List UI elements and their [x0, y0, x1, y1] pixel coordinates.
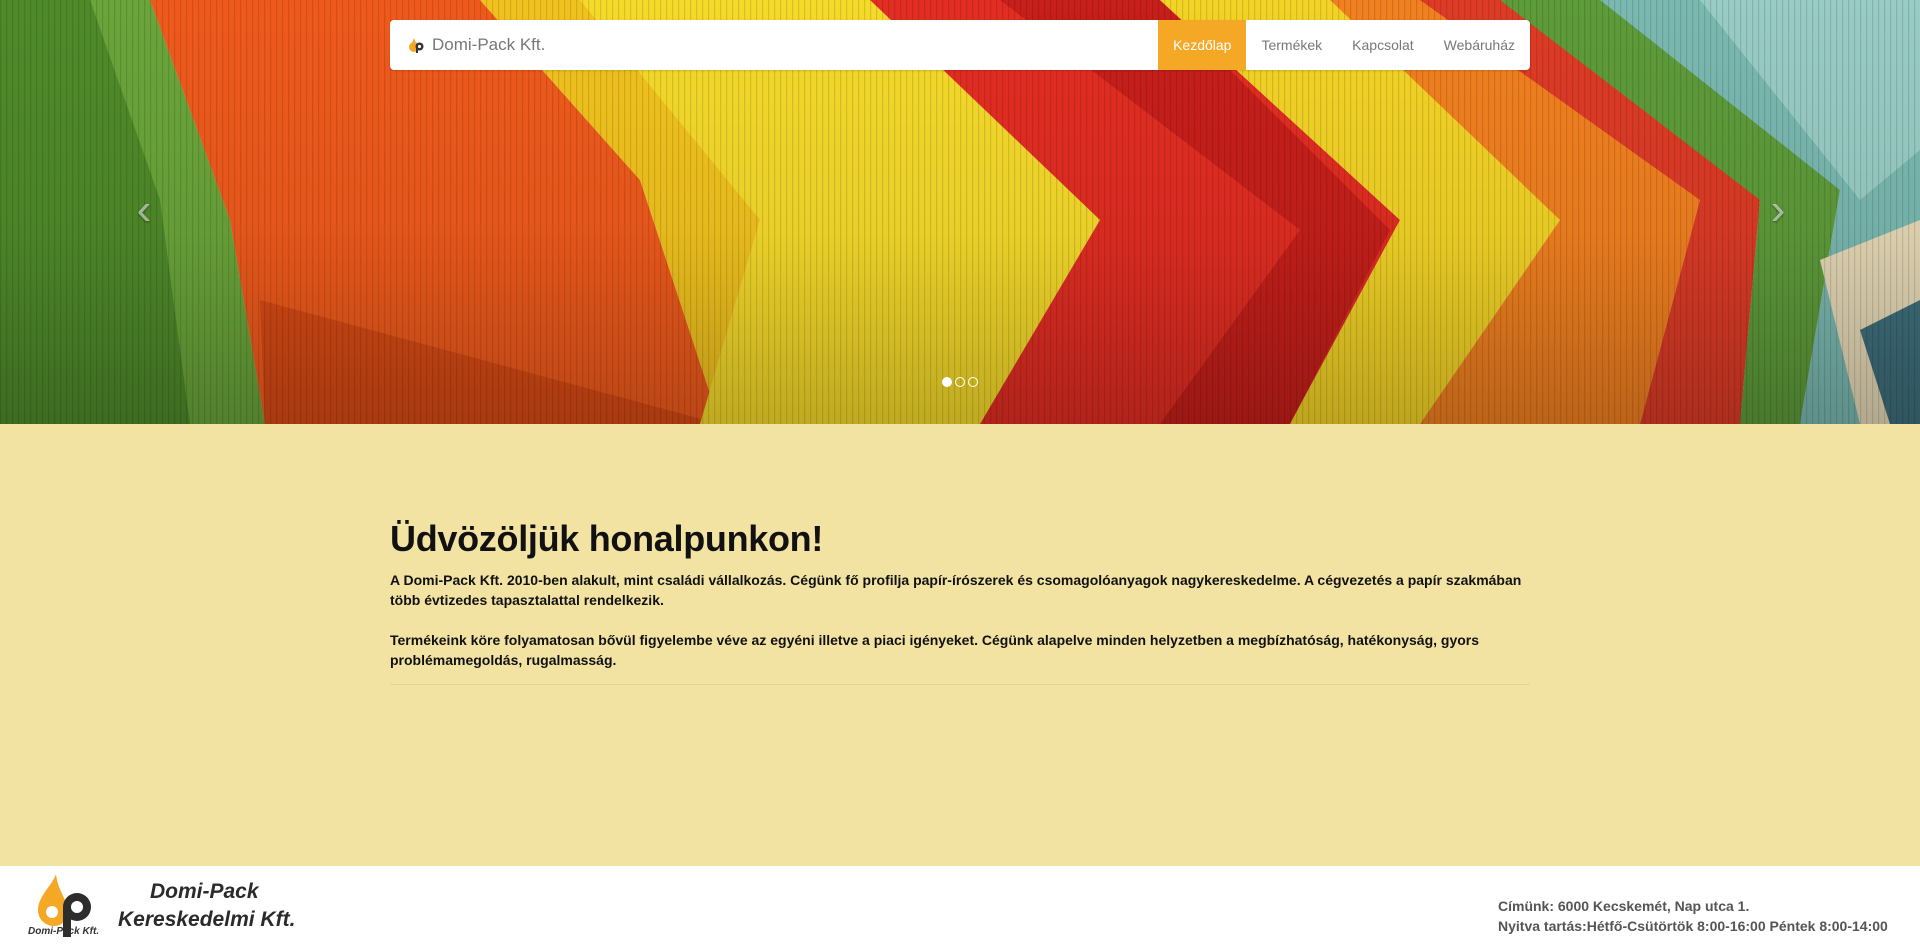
footer-address: Címünk: 6000 Kecskemét, Nap utca 1. — [1498, 898, 1750, 914]
brand-logo-icon — [409, 38, 424, 53]
carousel-indicators — [942, 377, 978, 387]
carousel-indicator-3[interactable] — [968, 377, 978, 387]
nav-item-kapcsolat[interactable]: Kapcsolat — [1337, 20, 1428, 70]
footer-contact-info: Címünk: 6000 Kecskemét, Nap utca 1. Nyit… — [1498, 896, 1888, 936]
carousel-next-button[interactable]: › — [1758, 188, 1798, 232]
logo-caption: Domi-Pack Kft. — [28, 926, 100, 937]
carousel-indicator-2[interactable] — [955, 377, 965, 387]
page-title: Üdvözöljük honalpunkon! — [390, 518, 824, 559]
nav-menu: Kezdőlap Termékek Kapcsolat Webáruház — [1158, 20, 1530, 70]
chevron-left-icon: ‹ — [136, 185, 152, 234]
content-divider — [390, 684, 1530, 685]
brand-name: Domi-Pack Kft. — [432, 35, 546, 54]
navbar: Domi-Pack Kft. Kezdőlap Termékek Kapcsol… — [390, 20, 1530, 70]
brand-link[interactable]: Domi-Pack Kft. — [390, 20, 1158, 70]
nav-item-webaruhaz[interactable]: Webáruház — [1429, 20, 1530, 70]
nav-item-termekek[interactable]: Termékek — [1246, 20, 1337, 70]
intro-paragraph: A Domi-Pack Kft. 2010-ben alakult, mint … — [390, 572, 1522, 608]
carousel-indicator-1[interactable] — [942, 377, 952, 387]
values-paragraph: Termékeink köre folyamatosan bővül figye… — [390, 632, 1480, 668]
company-name-line-2: Kereskedelmi Kft. — [118, 908, 296, 931]
nav-item-kezdolap[interactable]: Kezdőlap — [1158, 20, 1247, 70]
footer: Domi-Pack Kft. Domi-Pack Kereskedelmi Kf… — [0, 866, 1920, 944]
chevron-right-icon: › — [1770, 185, 1786, 234]
carousel-prev-button[interactable]: ‹ — [124, 188, 164, 232]
main-section: Üdvözöljük honalpunkon! A Domi-Pack Kft.… — [0, 424, 1920, 866]
company-name: Domi-Pack Kereskedelmi Kft. — [118, 878, 295, 934]
company-name-line-1: Domi-Pack — [150, 880, 259, 903]
main-content: Üdvözöljük honalpunkon! A Domi-Pack Kft.… — [390, 518, 1530, 685]
footer-opening-hours: Nyitva tartás:Hétfő-Csütörtök 8:00-16:00… — [1498, 918, 1888, 934]
